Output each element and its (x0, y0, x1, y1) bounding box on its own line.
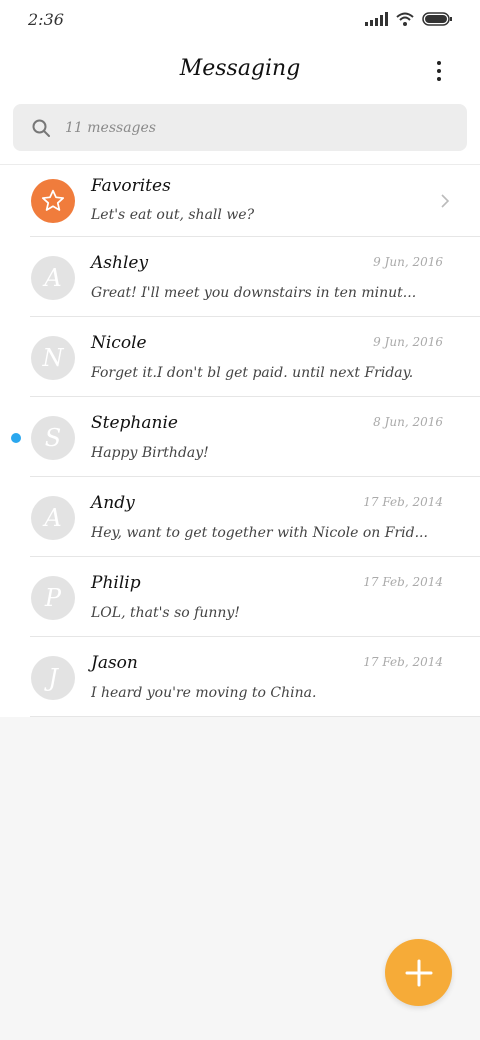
contact-name: Philip (91, 573, 141, 593)
conversation-item[interactable]: A Ashley 9 Jun, 2016 Great! I'll meet yo… (0, 237, 480, 317)
more-dot (437, 77, 441, 81)
contact-name: Ashley (91, 253, 149, 273)
contact-name: Stephanie (91, 413, 178, 433)
contact-avatar: P (31, 576, 75, 620)
unread-indicator (11, 433, 21, 443)
contact-name: Nicole (91, 333, 147, 353)
wifi-icon (396, 12, 414, 26)
favorites-name: Favorites (91, 176, 171, 196)
contact-name: Jason (91, 653, 138, 673)
favorites-avatar (31, 179, 75, 223)
message-preview: I heard you're moving to China. (91, 685, 317, 701)
divider (30, 716, 480, 717)
message-date: 9 Jun, 2016 (373, 335, 443, 349)
message-preview: Great! I'll meet you downstairs in ten m… (91, 285, 417, 301)
contact-avatar: A (31, 256, 75, 300)
status-bar: 2:36 (0, 0, 480, 40)
conversation-item[interactable]: A Andy 17 Feb, 2014 Hey, want to get tog… (0, 477, 480, 557)
message-date: 9 Jun, 2016 (373, 255, 443, 269)
message-preview: Hey, want to get together with Nicole on… (91, 525, 428, 541)
status-time: 2:36 (28, 10, 64, 29)
message-date: 17 Feb, 2014 (363, 575, 443, 589)
messaging-screen: 2:36 Messaging 11 messages Favorites Let… (0, 0, 480, 1040)
favorites-item[interactable]: Favorites Let's eat out, shall we? (0, 165, 480, 237)
more-dot (437, 69, 441, 73)
signal-icon (365, 12, 388, 26)
chevron-right-icon (441, 194, 450, 208)
more-options-button[interactable] (424, 56, 454, 86)
favorites-preview: Let's eat out, shall we? (91, 207, 255, 223)
message-date: 8 Jun, 2016 (373, 415, 443, 429)
contact-avatar: N (31, 336, 75, 380)
contact-avatar: J (31, 656, 75, 700)
message-preview: LOL, that's so funny! (91, 605, 240, 621)
conversation-item[interactable]: S Stephanie 8 Jun, 2016 Happy Birthday! (0, 397, 480, 477)
page-title: Messaging (179, 56, 301, 81)
more-dot (437, 61, 441, 65)
message-date: 17 Feb, 2014 (363, 495, 443, 509)
search-input[interactable] (65, 119, 425, 136)
search-icon (32, 119, 50, 137)
message-preview: Forget it.I don't bl get paid. until nex… (91, 365, 414, 381)
app-header: Messaging (0, 40, 480, 100)
conversation-item[interactable]: N Nicole 9 Jun, 2016 Forget it.I don't b… (0, 317, 480, 397)
new-message-button[interactable] (385, 939, 452, 1006)
status-icons (365, 12, 452, 26)
message-date: 17 Feb, 2014 (363, 655, 443, 669)
message-preview: Happy Birthday! (91, 445, 209, 461)
search-box[interactable] (13, 104, 467, 151)
conversation-list: Favorites Let's eat out, shall we? A Ash… (0, 164, 480, 717)
battery-icon (422, 12, 452, 26)
contact-avatar: S (31, 416, 75, 460)
contact-avatar: A (31, 496, 75, 540)
contact-name: Andy (91, 493, 135, 513)
search-section (0, 100, 480, 164)
plus-icon (405, 959, 432, 986)
conversation-item[interactable]: J Jason 17 Feb, 2014 I heard you're movi… (0, 637, 480, 717)
conversation-item[interactable]: P Philip 17 Feb, 2014 LOL, that's so fun… (0, 557, 480, 637)
star-icon (41, 189, 65, 211)
